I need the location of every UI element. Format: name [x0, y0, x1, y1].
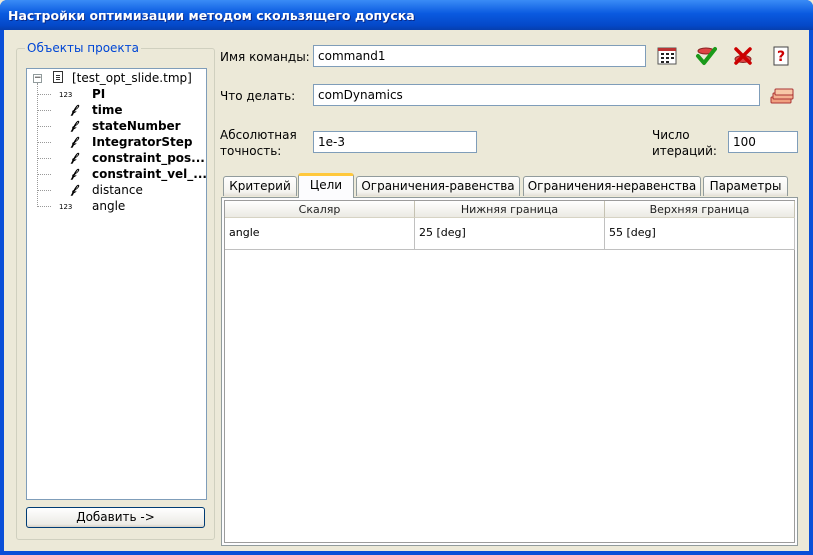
tree-item-label: stateNumber	[92, 119, 181, 133]
tree-item-label: constraint_pos...	[92, 151, 205, 165]
collapse-icon[interactable]: −	[33, 74, 42, 83]
iterations-field[interactable]: 100	[728, 131, 798, 153]
iterations-label-line2: итераций:	[652, 144, 717, 158]
tree-root-item[interactable]: − [test_opt_slide.tmp]	[27, 70, 206, 86]
table-cell-scalar[interactable]: angle	[225, 218, 415, 250]
dialog-window: Настройки оптимизации методом скользящег…	[0, 0, 813, 555]
script-function-icon: 𝒻	[71, 102, 77, 116]
project-objects-tree[interactable]: − [test_opt_slide.tmp] 123 PI 𝒻 time 𝒻 s…	[26, 68, 207, 500]
grid-calc-icon[interactable]	[656, 45, 678, 67]
x-delete-icon[interactable]	[732, 45, 754, 67]
tab-equality-constraints[interactable]: Ограничения-равенства	[356, 176, 520, 196]
table-cell-upper-bound[interactable]: 55 [deg]	[605, 218, 795, 250]
tab-inequality-constraints[interactable]: Ограничения-неравенства	[523, 176, 701, 196]
tree-item-label: angle	[92, 199, 126, 213]
tree-item-angle[interactable]: 123 angle	[27, 198, 206, 214]
column-header-upper-bound[interactable]: Верхняя граница	[605, 201, 795, 218]
window-title: Настройки оптимизации методом скользящег…	[8, 8, 415, 23]
command-name-label: Имя команды:	[220, 50, 310, 64]
command-name-field[interactable]: command1	[313, 45, 646, 67]
action-label: Что делать:	[220, 89, 296, 103]
tree-item-label: distance	[92, 183, 143, 197]
script-function-icon: 𝒻	[71, 166, 77, 180]
goals-table[interactable]: Скаляр Нижняя граница Верхняя граница an…	[224, 200, 795, 543]
project-objects-group: Объекты проекта − [test_opt_slide.tmp] 1…	[16, 41, 215, 540]
project-objects-legend: Объекты проекта	[25, 41, 142, 55]
file-icon	[53, 71, 63, 83]
title-bar[interactable]: Настройки оптимизации методом скользящег…	[0, 0, 813, 30]
tree-root-label: [test_opt_slide.tmp]	[72, 71, 192, 85]
dialog-client-area: Объекты проекта − [test_opt_slide.tmp] 1…	[4, 30, 809, 551]
svg-text:?: ?	[777, 49, 785, 65]
help-document-icon[interactable]: ?	[770, 45, 792, 67]
script-function-icon: 𝒻	[71, 150, 77, 164]
tree-item-time[interactable]: 𝒻 time	[27, 102, 206, 118]
tree-item-integratorstep[interactable]: 𝒻 IntegratorStep	[27, 134, 206, 150]
accuracy-label-line2: точность:	[220, 144, 282, 158]
column-header-scalar[interactable]: Скаляр	[225, 201, 415, 218]
checkmark-accept-icon[interactable]	[695, 45, 717, 67]
tab-goals[interactable]: Цели	[298, 173, 354, 198]
script-function-icon: 𝒻	[71, 182, 77, 196]
tree-item-statenumber[interactable]: 𝒻 stateNumber	[27, 118, 206, 134]
numeric-123-icon: 123	[59, 203, 73, 211]
tree-item-label: time	[92, 103, 123, 117]
stacked-layers-icon[interactable]	[769, 85, 795, 107]
column-header-lower-bound[interactable]: Нижняя граница	[415, 201, 605, 218]
action-field[interactable]: comDynamics	[313, 84, 760, 106]
tree-item-constraint-vel[interactable]: 𝒻 constraint_vel_...	[27, 166, 206, 182]
goals-tab-panel: Скаляр Нижняя граница Верхняя граница an…	[221, 197, 798, 546]
table-cell-lower-bound[interactable]: 25 [deg]	[415, 218, 605, 250]
tree-item-label: IntegratorStep	[92, 135, 193, 149]
accuracy-field[interactable]: 1e-3	[313, 131, 477, 153]
script-function-icon: 𝒻	[71, 134, 77, 148]
tree-item-label: constraint_vel_...	[92, 167, 207, 181]
accuracy-label-line1: Абсолютная	[220, 128, 297, 142]
add-button[interactable]: Добавить ->	[26, 507, 205, 528]
tab-parameters[interactable]: Параметры	[703, 176, 788, 196]
iterations-label-line1: Число	[652, 128, 690, 142]
tab-criterion[interactable]: Критерий	[223, 176, 297, 196]
script-function-icon: 𝒻	[71, 118, 77, 132]
tree-item-constraint-pos[interactable]: 𝒻 constraint_pos...	[27, 150, 206, 166]
tree-item-distance[interactable]: 𝒻 distance	[27, 182, 206, 198]
tree-item-pi[interactable]: 123 PI	[27, 86, 206, 102]
tree-item-label: PI	[92, 87, 106, 101]
